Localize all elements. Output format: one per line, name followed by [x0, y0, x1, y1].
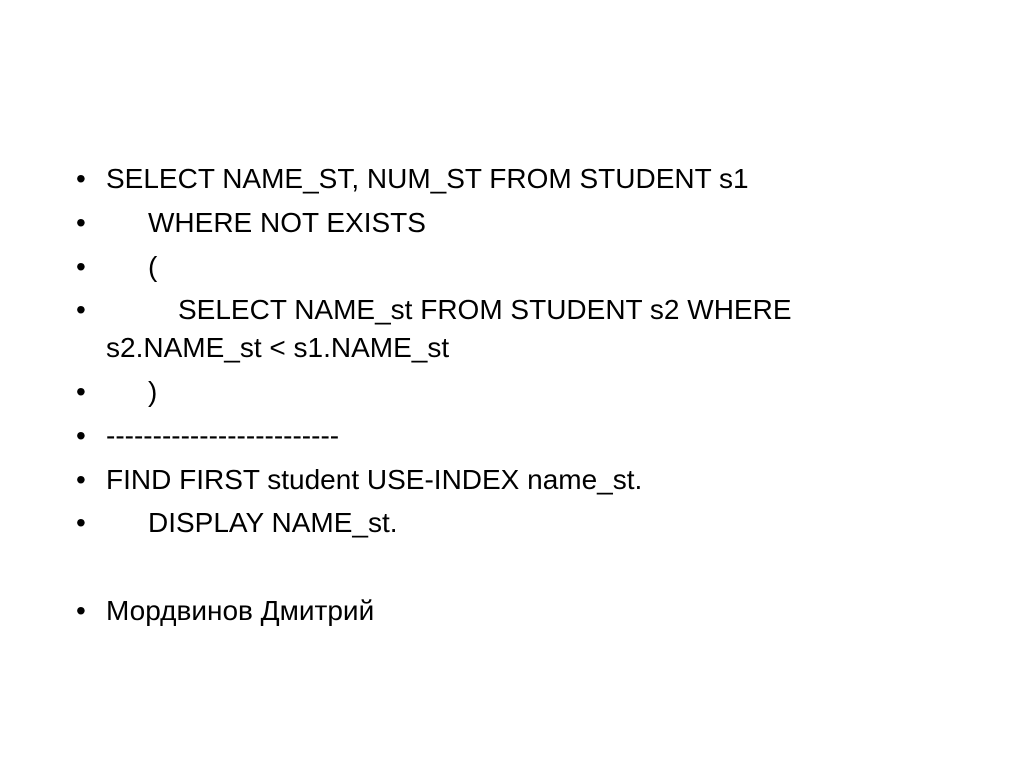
list-item: WHERE NOT EXISTS: [70, 204, 954, 242]
list-item-text: ): [148, 376, 157, 407]
list-item-text: -------------------------: [106, 420, 339, 451]
list-item-text: DISPLAY NAME_st.: [148, 507, 398, 538]
list-item: FIND FIRST student USE-INDEX name_st.: [70, 461, 954, 499]
list-item: Мордвинов Дмитрий: [70, 592, 954, 630]
list-item-text: WHERE NOT EXISTS: [148, 207, 426, 238]
list-item: SELECT NAME_ST, NUM_ST FROM STUDENT s1: [70, 160, 954, 198]
list-item: ): [70, 373, 954, 411]
list-item: -------------------------: [70, 417, 954, 455]
bullet-list: SELECT NAME_ST, NUM_ST FROM STUDENT s1 W…: [70, 160, 954, 630]
list-item-text: Мордвинов Дмитрий: [106, 595, 374, 626]
list-item-text: (: [148, 251, 157, 282]
list-item-text: SELECT NAME_ST, NUM_ST FROM STUDENT s1: [106, 163, 749, 194]
list-item: DISPLAY NAME_st.: [70, 504, 954, 542]
slide: SELECT NAME_ST, NUM_ST FROM STUDENT s1 W…: [0, 0, 1024, 768]
list-item-text: FIND FIRST student USE-INDEX name_st.: [106, 464, 642, 495]
list-item-blank: [70, 548, 954, 586]
list-item: SELECT NAME_st FROM STUDENT s2 WHERE s2.…: [70, 291, 954, 367]
list-item-text: SELECT NAME_st FROM STUDENT s2 WHERE s2.…: [106, 294, 792, 363]
list-item: (: [70, 248, 954, 286]
